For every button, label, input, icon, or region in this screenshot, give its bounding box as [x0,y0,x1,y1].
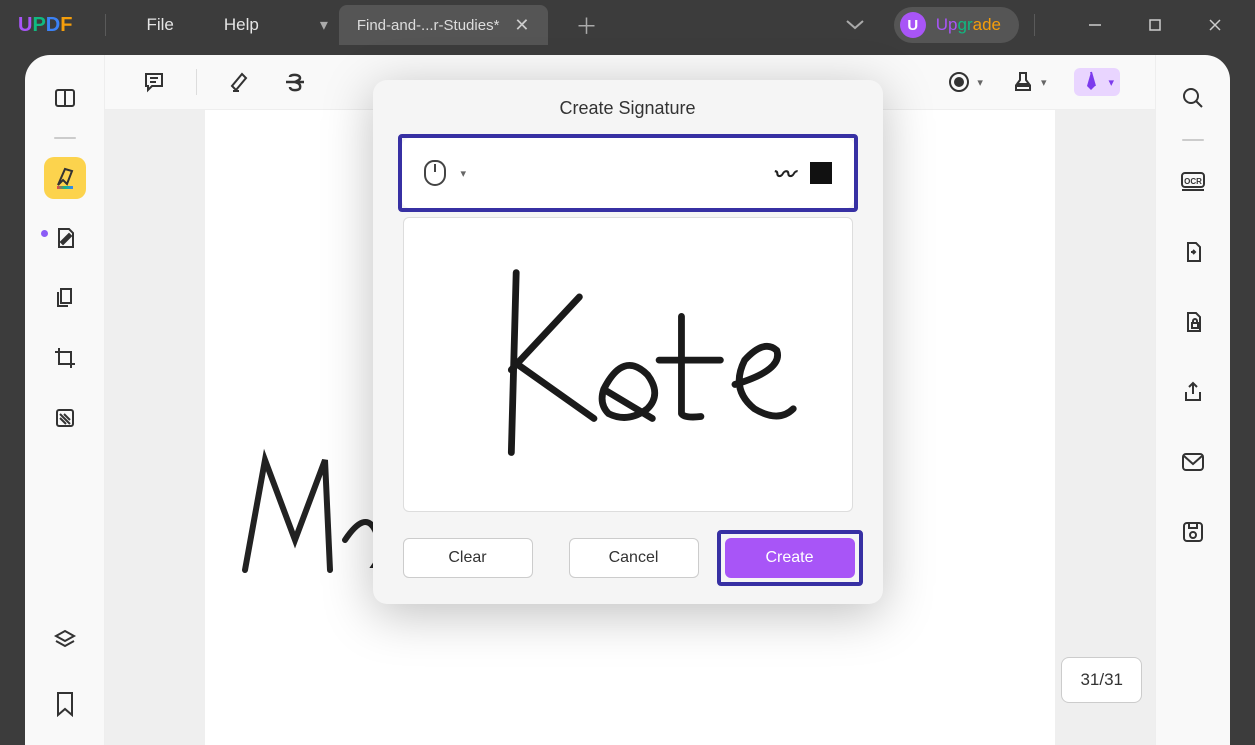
dialog-buttons: Clear Cancel Create [373,530,883,586]
menu-file[interactable]: File [121,15,198,35]
create-button-highlight: Create [717,530,863,586]
stamp-tool[interactable]: ▾ [1011,70,1047,94]
strikethrough-icon[interactable] [281,68,309,96]
upgrade-badge: U [900,12,926,38]
clear-button[interactable]: Clear [403,538,533,578]
convert-icon[interactable] [1172,231,1214,273]
signature-drawing [453,260,803,470]
edit-tool-icon[interactable] [44,217,86,259]
chevron-down-icon[interactable] [846,20,864,30]
dialog-title: Create Signature [373,80,883,134]
tab-title: Find-and-...r-Studies* [357,17,500,34]
signature-toolbar: ▾ 〰 [402,138,854,208]
separator [1182,139,1204,141]
highlighter-icon[interactable] [225,68,253,96]
separator [105,14,106,36]
separator [1034,14,1035,36]
signature-toolbar-highlight: ▾ 〰 [398,134,858,212]
cancel-button[interactable]: Cancel [569,538,699,578]
signature-canvas[interactable] [403,217,853,512]
close-icon[interactable]: ✕ [514,15,529,36]
color-swatch[interactable] [810,162,832,184]
separator [196,69,197,95]
reader-mode-icon[interactable] [44,77,86,119]
svg-text:OCR: OCR [1184,177,1202,186]
crop-tool-icon[interactable] [44,337,86,379]
tab-area: ▾ Find-and-...r-Studies* ✕ ＋ [309,5,598,45]
left-sidebar [25,55,105,745]
active-indicator-dot [41,230,48,237]
protect-icon[interactable] [1172,301,1214,343]
search-icon[interactable] [1172,77,1214,119]
create-button[interactable]: Create [725,538,855,578]
caret-down-icon: ▾ [1041,76,1047,89]
titlebar: UPDF File Help ▾ Find-and-...r-Studies* … [0,0,1255,50]
right-sidebar: OCR [1155,55,1230,745]
ocr-icon[interactable]: OCR [1172,161,1214,203]
bookmark-icon[interactable] [44,683,86,725]
separator [54,137,76,139]
upgrade-button[interactable]: U Upgrade [894,7,1019,43]
redact-tool-icon[interactable] [44,397,86,439]
caret-down-icon: ▾ [977,76,983,89]
email-icon[interactable] [1172,441,1214,483]
close-window-button[interactable] [1200,10,1230,40]
menu-help[interactable]: Help [199,15,284,35]
mouse-input-icon[interactable] [424,160,446,186]
minimize-button[interactable] [1080,10,1110,40]
maximize-button[interactable] [1140,10,1170,40]
page-indicator: 31/31 [1061,657,1142,703]
comment-tool-icon[interactable] [140,68,168,96]
app-logo: UPDF [18,14,72,37]
shape-color-tool[interactable]: ▾ [947,70,983,94]
organize-pages-icon[interactable] [44,277,86,319]
window-controls [1080,10,1230,40]
new-tab-button[interactable]: ＋ [576,9,598,41]
signature-tool[interactable]: ▾ [1074,68,1120,96]
caret-down-icon[interactable]: ▾ [461,167,467,180]
document-tab[interactable]: Find-and-...r-Studies* ✕ [339,5,548,45]
share-icon[interactable] [1172,371,1214,413]
layers-icon[interactable] [44,619,86,661]
tab-dropdown-icon[interactable]: ▾ [309,10,339,40]
caret-down-icon: ▾ [1108,76,1114,89]
upgrade-label: Upgrade [936,15,1001,35]
highlight-tool-icon[interactable] [44,157,86,199]
create-signature-dialog: Create Signature ▾ 〰 Clear Cancel [373,80,883,604]
save-icon[interactable] [1172,511,1214,553]
stroke-style-icon[interactable]: 〰 [772,157,794,189]
